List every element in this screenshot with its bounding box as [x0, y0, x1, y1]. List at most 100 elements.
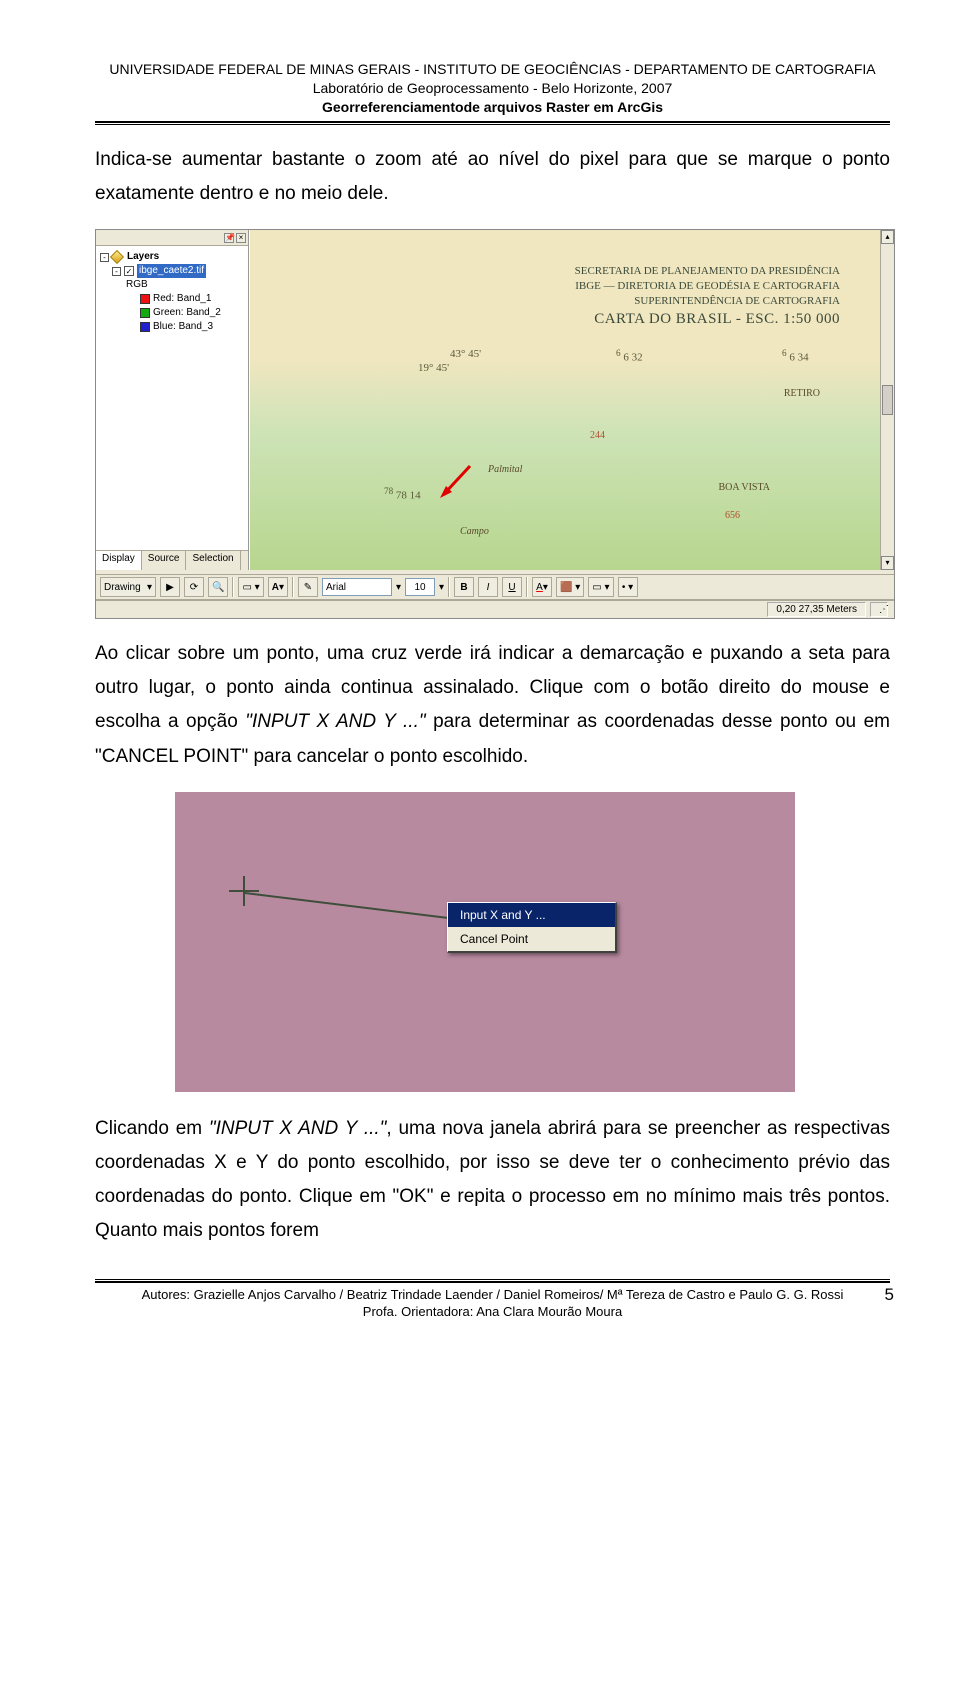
drawing-toolbar: Drawing ▾ ▶ ⟳ 🔍 ▭ ▾ A ▾ ✎ Arial ▾ 10 ▾ B… [96, 574, 894, 600]
rotate-tool-icon[interactable]: ⟳ [184, 577, 204, 597]
coord-e2: 6 6 34 [782, 348, 809, 364]
toc-tab-display[interactable]: Display [96, 551, 142, 570]
arcmap-map-view[interactable]: SECRETARIA DE PLANEJAMENTO DA PRESIDÊNCI… [249, 230, 894, 570]
toolbar-separator [448, 577, 450, 597]
toolbar-separator [292, 577, 294, 597]
toc-tab-source[interactable]: Source [142, 551, 187, 570]
rect-tool-icon[interactable]: ▭ ▾ [238, 577, 263, 597]
map-title-line-2: IBGE — DIRETORIA DE GEODÉSIA E CARTOGRAF… [575, 279, 840, 294]
coord-e1-val: 6 32 [623, 352, 642, 364]
bold-label: B [460, 582, 467, 593]
coord-lon: 43° 45' [450, 348, 481, 360]
paragraph-2: Ao clicar sobre um ponto, uma cruz verde… [95, 637, 890, 774]
paragraph-3-italic: "INPUT X AND Y ..." [209, 1118, 387, 1139]
toc-tab-selection[interactable]: Selection [186, 551, 240, 570]
font-dropdown-icon[interactable]: ▾ [396, 582, 401, 593]
font-color-button[interactable]: A ▾ [532, 577, 552, 597]
map-elev-656: 656 [725, 510, 740, 521]
drawing-label: Drawing [104, 582, 141, 593]
document-header: UNIVERSIDADE FEDERAL DE MINAS GERAIS - I… [95, 60, 890, 117]
band-swatch-green [140, 308, 150, 318]
drawing-menu[interactable]: Drawing ▾ [100, 577, 156, 597]
zoom-tool-icon[interactable]: 🔍 [208, 577, 228, 597]
coord-lat: 19° 45' [418, 362, 449, 374]
font-size-input[interactable]: 10 [405, 578, 435, 596]
toc-close-icon[interactable]: × [236, 233, 246, 243]
toc-pin-icon[interactable]: 📌 [224, 233, 234, 243]
tree-collapse-icon[interactable]: - [100, 253, 109, 262]
toc-layer-name[interactable]: ibge_caete2.tif [137, 264, 206, 278]
page-number: 5 [885, 1284, 894, 1307]
status-bar: 0,20 27,35 Meters ⋰ [96, 600, 894, 618]
text-tool-icon[interactable]: A ▾ [268, 577, 288, 597]
header-line-1: UNIVERSIDADE FEDERAL DE MINAS GERAIS - I… [95, 60, 890, 79]
band-swatch-blue [140, 322, 150, 332]
map-label-campo: Campo [460, 526, 489, 537]
toc-tabs: Display Source Selection [96, 550, 248, 570]
band-swatch-red [140, 294, 150, 304]
footer-rule-thin [95, 1279, 890, 1280]
paragraph-3: Clicando em "INPUT X AND Y ...", uma nov… [95, 1112, 890, 1249]
toolbar-separator [526, 577, 528, 597]
font-select[interactable]: Arial [322, 578, 392, 596]
toc-band-1: Red: Band_1 [153, 292, 211, 306]
map-title-line-3: SUPERINTENDÊNCIA DE CARTOGRAFIA [575, 294, 840, 309]
map-elev-244: 244 [590, 430, 605, 441]
map-title-line-1: SECRETARIA DE PLANEJAMENTO DA PRESIDÊNCI… [575, 264, 840, 279]
toc-band-3: Blue: Band_3 [153, 320, 213, 334]
map-title-block: SECRETARIA DE PLANEJAMENTO DA PRESIDÊNCI… [575, 264, 840, 329]
map-label-boavista: BOA VISTA [718, 482, 770, 493]
coord-e1: 6 6 32 [616, 348, 643, 364]
scroll-up-icon[interactable]: ▴ [881, 230, 894, 244]
header-line-2: Laboratório de Geoprocessamento - Belo H… [95, 79, 890, 98]
map-title-big: CARTA DO BRASIL - ESC. 1:50 000 [575, 309, 840, 329]
coord-e2-val: 6 34 [789, 352, 808, 364]
paragraph-3a: Clicando em [95, 1118, 209, 1139]
font-size-value: 10 [414, 582, 425, 593]
font-name: Arial [326, 582, 346, 593]
scroll-thumb[interactable] [882, 385, 893, 415]
context-menu: Input X and Y ... Cancel Point [447, 902, 617, 953]
line-color-button[interactable]: ▭ ▾ [588, 577, 613, 597]
underline-label: U [508, 582, 515, 593]
italic-label: I [487, 582, 490, 593]
coord-n1: 78 78 14 [384, 486, 421, 502]
dropdown-icon: ▾ [147, 582, 152, 593]
document-footer: Autores: Grazielle Anjos Carvalho / Beat… [95, 1279, 890, 1321]
scroll-down-icon[interactable]: ▾ [881, 556, 894, 570]
toc-tree: - Layers - ✓ ibge_caete2.tif RGB Red [96, 246, 248, 550]
header-rule-thin [95, 124, 890, 125]
fill-color-button[interactable]: 🟫 ▾ [556, 577, 584, 597]
menu-item-input-xy[interactable]: Input X and Y ... [448, 903, 615, 927]
annotation-arrow-icon [436, 462, 476, 502]
underline-button[interactable]: U [502, 577, 522, 597]
header-rule-thick [95, 121, 890, 123]
map-label-retiro: RETIRO [784, 388, 820, 399]
map-label-palmital: Palmital [488, 464, 522, 475]
coord-n1-val: 78 14 [396, 490, 421, 502]
footer-rule-thick [95, 1281, 890, 1283]
font-color-label: A [536, 582, 543, 593]
toc-band-2: Green: Band_2 [153, 306, 221, 320]
select-tool-icon[interactable]: ▶ [160, 577, 180, 597]
footer-authors: Autores: Grazielle Anjos Carvalho / Beat… [95, 1286, 890, 1304]
arcmap-toc: 📌 × - Layers - ✓ ibge_caete2.tif [96, 230, 249, 570]
edit-tool-icon[interactable]: ✎ [298, 577, 318, 597]
tree-collapse-icon[interactable]: - [112, 267, 121, 276]
status-coords: 0,20 27,35 Meters [767, 602, 866, 617]
map-vertical-scrollbar[interactable]: ▴ ▾ [880, 230, 894, 570]
status-resize-grip-icon[interactable]: ⋰ [870, 602, 888, 617]
layer-checkbox[interactable]: ✓ [124, 266, 134, 276]
map-canvas[interactable]: SECRETARIA DE PLANEJAMENTO DA PRESIDÊNCI… [250, 230, 880, 570]
toc-root-label[interactable]: Layers [127, 250, 159, 264]
bold-button[interactable]: B [454, 577, 474, 597]
italic-button[interactable]: I [478, 577, 498, 597]
toc-header: 📌 × [96, 230, 248, 246]
header-line-3: Georreferenciamentode arquivos Raster em… [95, 98, 890, 117]
size-dropdown-icon[interactable]: ▾ [439, 582, 444, 593]
marker-button[interactable]: • ▾ [618, 577, 638, 597]
menu-item-cancel-point[interactable]: Cancel Point [448, 927, 615, 951]
footer-advisor: Profa. Orientadora: Ana Clara Mourão Mou… [95, 1303, 890, 1321]
toc-composite-label: RGB [126, 278, 148, 292]
paragraph-2-italic: "INPUT X AND Y ..." [245, 711, 425, 732]
